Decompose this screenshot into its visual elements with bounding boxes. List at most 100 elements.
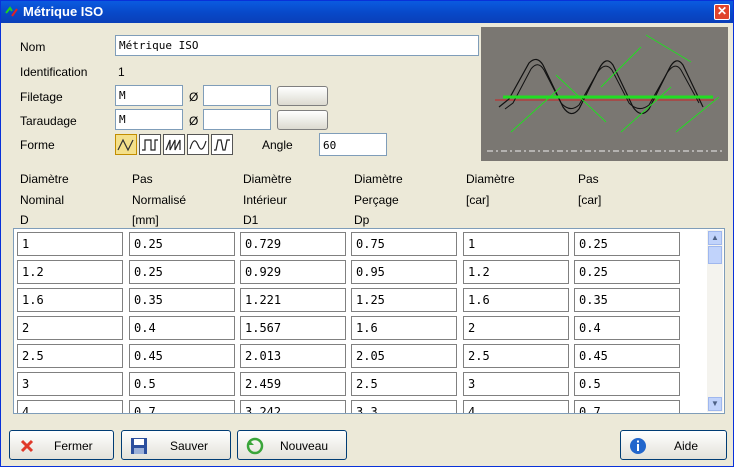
- header-line: Perçage: [354, 192, 399, 207]
- table-cell[interactable]: 1: [17, 232, 123, 256]
- header-line: Diamètre: [20, 172, 69, 186]
- table-cell[interactable]: 2.5: [463, 344, 569, 368]
- table-cell[interactable]: 1.6: [17, 288, 123, 312]
- table-cell[interactable]: 1.567: [240, 316, 346, 340]
- fermer-button[interactable]: Fermer: [9, 430, 114, 460]
- table-cell[interactable]: 0.929: [240, 260, 346, 284]
- identification-value: 1: [118, 65, 125, 79]
- table-cell[interactable]: 1.2: [463, 260, 569, 284]
- table-cell[interactable]: 2: [17, 316, 123, 340]
- sawtooth-profile-icon: [165, 139, 181, 151]
- save-icon: [131, 438, 147, 454]
- column-header-diametre-interieur: Diamètre Intérieur D1: [243, 169, 292, 231]
- table-cell[interactable]: 1.6: [463, 288, 569, 312]
- table-cell[interactable]: 1: [463, 232, 569, 256]
- nouveau-button[interactable]: Nouveau: [237, 430, 347, 460]
- scroll-thumb[interactable]: [708, 246, 722, 264]
- sauver-button[interactable]: Sauver: [121, 430, 231, 460]
- filetage-browse-button[interactable]: [277, 86, 328, 106]
- table-cell[interactable]: 2: [463, 316, 569, 340]
- filetage-field[interactable]: M: [115, 85, 183, 106]
- table-cell[interactable]: 0.75: [351, 232, 457, 256]
- table-cell[interactable]: 0.45: [574, 344, 680, 368]
- app-icon: [5, 6, 18, 17]
- main-window: Métrique ISO ✕ Nom Métrique ISO Identifi…: [0, 0, 734, 467]
- info-icon: [630, 438, 646, 454]
- column-header-diametre-nominal: Diamètre Nominal D: [20, 169, 69, 231]
- table-row: 2 0.4 1.567 1.6 2 0.4: [14, 313, 704, 341]
- table-cell[interactable]: 3: [17, 372, 123, 396]
- table-cell[interactable]: 4: [17, 400, 123, 413]
- scroll-down-icon[interactable]: ▼: [708, 397, 722, 411]
- title-bar[interactable]: Métrique ISO ✕: [1, 1, 733, 23]
- triangular-profile-icon: [117, 138, 134, 152]
- table-cell[interactable]: 0.7: [574, 400, 680, 413]
- round-profile-icon: [189, 140, 207, 150]
- nom-field[interactable]: Métrique ISO: [115, 35, 479, 56]
- table-cell[interactable]: 3: [463, 372, 569, 396]
- thread-preview: [481, 27, 728, 161]
- table-cell[interactable]: 2.013: [240, 344, 346, 368]
- aide-label: Aide: [674, 439, 699, 453]
- taraudage-label: Taraudage: [20, 114, 77, 128]
- table-cell[interactable]: 0.25: [574, 232, 680, 256]
- table-cell[interactable]: 4: [463, 400, 569, 413]
- table-cell[interactable]: 0.25: [129, 232, 235, 256]
- table-cell[interactable]: 0.35: [574, 288, 680, 312]
- forme-sawtooth-button[interactable]: [163, 134, 185, 155]
- table-cell[interactable]: 0.729: [240, 232, 346, 256]
- header-line: Diamètre: [243, 172, 292, 186]
- sauver-label: Sauver: [170, 439, 209, 453]
- thread-table[interactable]: 1 0.25 0.729 0.75 1 0.25 1.2 0.25 0.929 0.95 1.2 0.…: [13, 228, 725, 414]
- taraudage-diameter-symbol: Ø: [189, 114, 199, 128]
- table-cell[interactable]: 0.5: [574, 372, 680, 396]
- refresh-icon: [246, 437, 264, 455]
- header-line: Diamètre: [466, 172, 515, 186]
- scroll-up-icon[interactable]: ▲: [708, 231, 722, 245]
- table-cell[interactable]: 2.5: [17, 344, 123, 368]
- forme-triangular-button[interactable]: [115, 134, 137, 155]
- table-cell[interactable]: 3.3: [351, 400, 457, 413]
- angle-field[interactable]: 60: [319, 133, 387, 156]
- table-cell[interactable]: 0.25: [574, 260, 680, 284]
- forme-trapezoidal-button[interactable]: [211, 134, 233, 155]
- nouveau-label: Nouveau: [280, 439, 329, 453]
- table-cell[interactable]: 0.45: [129, 344, 235, 368]
- aide-button[interactable]: Aide: [620, 430, 727, 460]
- table-cell[interactable]: 2.459: [240, 372, 346, 396]
- table-cell[interactable]: 1.25: [351, 288, 457, 312]
- header-line: Pas: [578, 172, 599, 186]
- table-cell[interactable]: 3.242: [240, 400, 346, 413]
- table-cell[interactable]: 1.2: [17, 260, 123, 284]
- taraudage-browse-button[interactable]: [277, 110, 328, 130]
- table-cell[interactable]: 0.95: [351, 260, 457, 284]
- forme-label: Forme: [20, 138, 55, 152]
- filetage-diameter-field[interactable]: [203, 85, 271, 106]
- column-header-diametre-car: Diamètre [car]: [466, 169, 515, 210]
- table-row: 1.2 0.25 0.929 0.95 1.2 0.25: [14, 257, 704, 285]
- table-row: 1.6 0.35 1.221 1.25 1.6 0.35: [14, 285, 704, 313]
- table-cell[interactable]: 0.4: [574, 316, 680, 340]
- trapezoidal-profile-icon: [214, 139, 230, 151]
- header-line: [car]: [578, 192, 602, 207]
- table-cell[interactable]: 2.05: [351, 344, 457, 368]
- close-icon[interactable]: ✕: [714, 4, 730, 20]
- forme-square-button[interactable]: [139, 134, 161, 155]
- taraudage-field[interactable]: M: [115, 109, 183, 130]
- column-header-pas-car: Pas [car]: [578, 169, 601, 210]
- forme-round-button[interactable]: [187, 134, 209, 155]
- table-cell[interactable]: 0.4: [129, 316, 235, 340]
- fermer-label: Fermer: [54, 439, 93, 453]
- taraudage-diameter-field[interactable]: [203, 109, 271, 130]
- vertical-scrollbar[interactable]: ▲ ▼: [707, 230, 723, 412]
- table-cell[interactable]: 0.7: [129, 400, 235, 413]
- table-cell[interactable]: 0.35: [129, 288, 235, 312]
- window-title: Métrique ISO: [23, 4, 104, 19]
- header-line: Normalisé: [132, 192, 187, 207]
- table-cell[interactable]: 0.25: [129, 260, 235, 284]
- table-cell[interactable]: 2.5: [351, 372, 457, 396]
- table-cell[interactable]: 1.221: [240, 288, 346, 312]
- table-row: 2.5 0.45 2.013 2.05 2.5 0.45: [14, 341, 704, 369]
- table-cell[interactable]: 1.6: [351, 316, 457, 340]
- table-cell[interactable]: 0.5: [129, 372, 235, 396]
